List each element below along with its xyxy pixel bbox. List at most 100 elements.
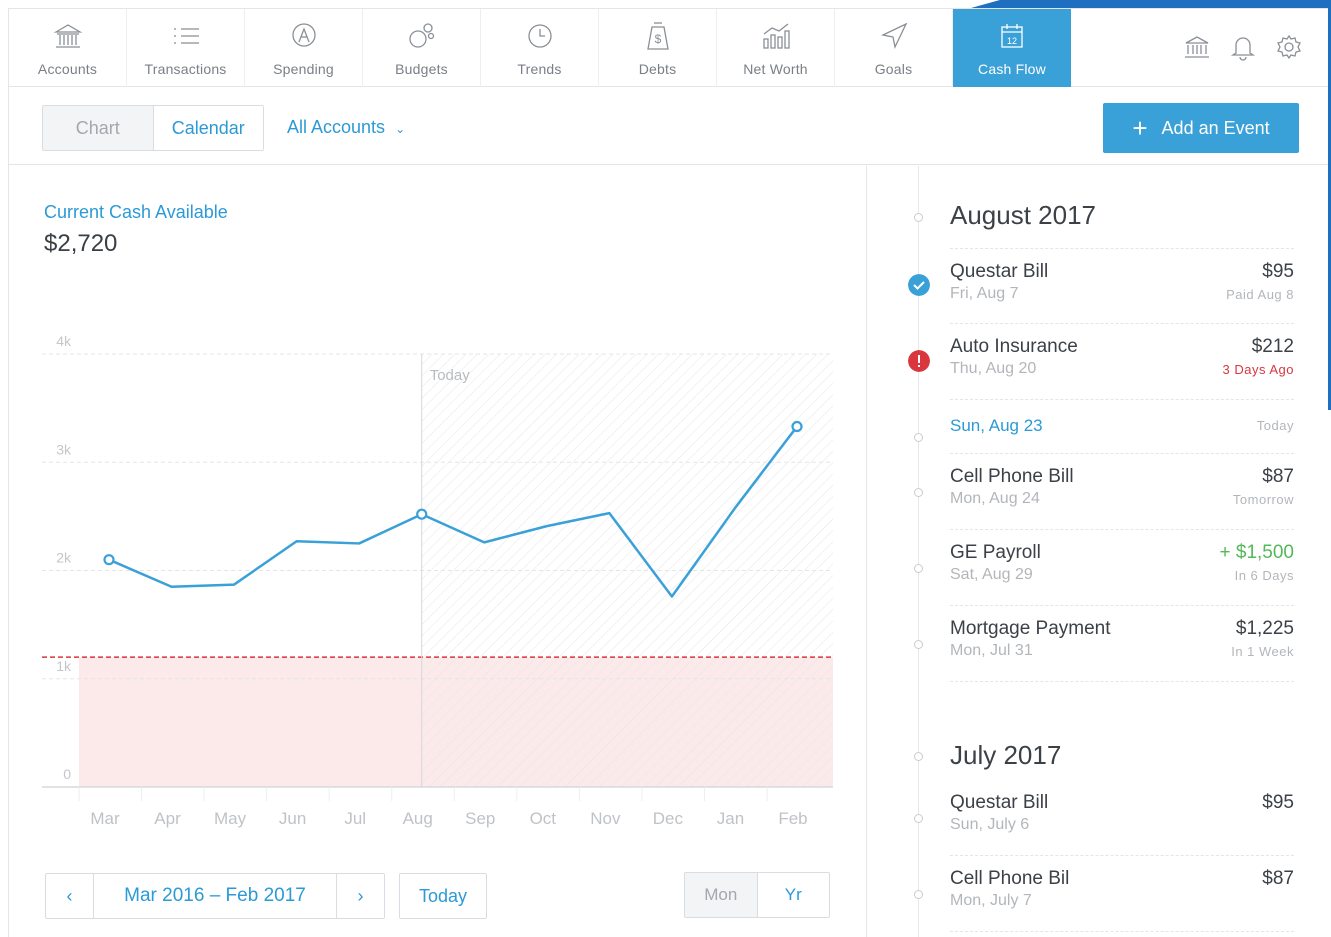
view-toggle: Chart Calendar bbox=[42, 105, 264, 151]
nav-label: Trends bbox=[517, 61, 562, 77]
nav-label: Spending bbox=[273, 61, 334, 77]
event-title: GE Payroll bbox=[950, 542, 1041, 563]
y-tick-label: 3k bbox=[56, 441, 72, 457]
overdue-alert-icon bbox=[908, 350, 930, 372]
accounts-filter-label: All Accounts bbox=[287, 117, 386, 137]
event-title: Questar Bill bbox=[950, 792, 1049, 813]
period-month-button[interactable]: Mon bbox=[685, 873, 758, 917]
nav-item-debts[interactable]: $ Debts bbox=[599, 9, 717, 87]
event-row[interactable]: Auto Insurance Thu, Aug 20 $212 3 Days A… bbox=[950, 324, 1294, 400]
add-event-button[interactable]: + Add an Event bbox=[1103, 103, 1299, 153]
future-low-balance-zone bbox=[421, 657, 833, 787]
nav-label: Debts bbox=[638, 61, 677, 77]
event-amount: + $1,500 bbox=[1219, 542, 1295, 563]
budgets-icon bbox=[409, 23, 435, 48]
bank-icon[interactable] bbox=[1183, 33, 1211, 61]
nav-item-transactions[interactable]: Transactions bbox=[127, 9, 245, 87]
today-marker-row: Sun, Aug 23 Today bbox=[950, 400, 1294, 454]
event-amount: $87 bbox=[1262, 466, 1294, 487]
bell-icon[interactable] bbox=[1229, 33, 1257, 61]
x-tick-label: Feb bbox=[778, 809, 807, 828]
nav-item-net-worth[interactable]: Net Worth bbox=[717, 9, 835, 87]
nav-label: Net Worth bbox=[743, 61, 808, 77]
chevron-down-icon: ⌄ bbox=[395, 122, 406, 136]
event-marker bbox=[914, 564, 923, 573]
x-tick-label: Apr bbox=[154, 809, 181, 828]
accounts-filter-dropdown[interactable]: All Accounts ⌄ bbox=[287, 117, 405, 138]
event-status: Paid Aug 8 bbox=[1226, 287, 1294, 302]
today-date: Sun, Aug 23 bbox=[950, 416, 1043, 435]
chevron-right-icon: › bbox=[357, 885, 364, 906]
cash-available-label: Current Cash Available bbox=[44, 202, 228, 222]
event-title: Mortgage Payment bbox=[950, 618, 1111, 639]
toolbar: Chart Calendar All Accounts ⌄ + Add an Ev… bbox=[9, 87, 1329, 165]
x-tick-label: Jan bbox=[717, 809, 744, 828]
chart-view-button[interactable]: Chart bbox=[43, 106, 154, 150]
nav-item-cash-flow[interactable]: 12 Cash Flow bbox=[953, 9, 1071, 87]
calendar-view-button[interactable]: Calendar bbox=[153, 106, 263, 150]
data-point bbox=[791, 420, 803, 433]
event-status: In 1 Week bbox=[1231, 644, 1294, 659]
event-row[interactable]: Cell Phone Bill Mon, Aug 24 $87 Tomorrow bbox=[950, 454, 1294, 530]
event-marker bbox=[914, 890, 923, 899]
event-row[interactable]: Questar Bill Fri, Aug 7 $95 Paid Aug 8 bbox=[950, 248, 1294, 324]
event-marker bbox=[914, 433, 923, 442]
nav-item-trends[interactable]: Trends bbox=[481, 9, 599, 87]
data-point bbox=[416, 508, 428, 520]
month-heading: July 2017 bbox=[950, 740, 1062, 770]
chart-panel: 0 1k 2k 3k 4k Today Mar Apr May Jun Jul Aug Sep Oct No… bbox=[9, 166, 867, 937]
event-row[interactable]: GE Payroll Sat, Aug 29 + $1,500 In 6 Day… bbox=[950, 530, 1294, 606]
calendar-icon: 12 bbox=[1001, 24, 1023, 48]
x-tick-label: Mar bbox=[90, 809, 120, 828]
event-amount: $1,225 bbox=[1235, 618, 1294, 639]
event-marker bbox=[914, 814, 923, 823]
today-label: Today bbox=[430, 367, 471, 384]
x-tick-label: Jul bbox=[344, 809, 366, 828]
nav-label: Transactions bbox=[144, 61, 227, 77]
today-status: Today bbox=[1256, 418, 1294, 433]
cash-flow-chart: 0 1k 2k 3k 4k Today Mar Apr May Jun Jul Aug Sep Oct No… bbox=[42, 333, 833, 828]
month-heading: August 2017 bbox=[950, 200, 1097, 230]
next-range-button[interactable]: › bbox=[336, 874, 384, 918]
event-date: Mon, July 7 bbox=[950, 892, 1032, 909]
calendar-day: 12 bbox=[1007, 36, 1017, 46]
data-point bbox=[103, 554, 115, 566]
nav-item-goals[interactable]: Goals bbox=[835, 9, 953, 87]
x-tick-label: Oct bbox=[530, 809, 557, 828]
nav-item-accounts[interactable]: Accounts bbox=[9, 9, 127, 87]
y-tick-label: 2k bbox=[56, 550, 72, 566]
nav-label: Budgets bbox=[395, 61, 448, 77]
y-tick-label: 4k bbox=[56, 333, 72, 349]
event-status: Tomorrow bbox=[1232, 492, 1294, 507]
nav-label: Cash Flow bbox=[978, 61, 1046, 77]
event-status: In 6 Days bbox=[1234, 568, 1294, 583]
list-icon bbox=[174, 28, 199, 44]
event-row[interactable]: Questar Bill Sun, July 6 $95 bbox=[950, 780, 1294, 856]
event-amount: $87 bbox=[1262, 868, 1294, 889]
add-event-label: Add an Event bbox=[1161, 117, 1270, 138]
event-row[interactable]: Cell Phone Bil Mon, July 7 $87 bbox=[950, 856, 1294, 932]
event-date: Fri, Aug 7 bbox=[950, 285, 1019, 302]
plus-icon: + bbox=[1132, 113, 1148, 143]
gear-icon[interactable] bbox=[1275, 33, 1303, 61]
event-row[interactable]: Mortgage Payment Mon, Jul 31 $1,225 In 1… bbox=[950, 606, 1294, 682]
nav-item-spending[interactable]: Spending bbox=[245, 9, 363, 87]
event-date: Mon, Aug 24 bbox=[950, 490, 1040, 507]
event-title: Auto Insurance bbox=[950, 336, 1078, 357]
svg-text:$: $ bbox=[655, 32, 662, 46]
app-window: Accounts Transactions Spending Budgets T… bbox=[8, 8, 1329, 937]
period-year-button[interactable]: Yr bbox=[758, 873, 830, 917]
x-tick-label: Aug bbox=[403, 809, 433, 828]
date-range-label: Mar 2016 – Feb 2017 bbox=[124, 885, 306, 906]
event-date: Mon, Jul 31 bbox=[950, 642, 1033, 659]
previous-range-button[interactable]: ‹ bbox=[46, 874, 94, 918]
event-marker bbox=[914, 488, 923, 497]
period-toggle: Mon Yr bbox=[684, 872, 830, 918]
date-range-control: ‹ Mar 2016 – Feb 2017 › bbox=[45, 873, 385, 919]
nav-item-budgets[interactable]: Budgets bbox=[363, 9, 481, 87]
x-tick-label: May bbox=[214, 809, 247, 828]
month-marker bbox=[914, 213, 923, 222]
x-tick-label: Dec bbox=[653, 809, 684, 828]
goals-icon bbox=[880, 22, 908, 50]
today-button[interactable]: Today bbox=[399, 873, 487, 919]
